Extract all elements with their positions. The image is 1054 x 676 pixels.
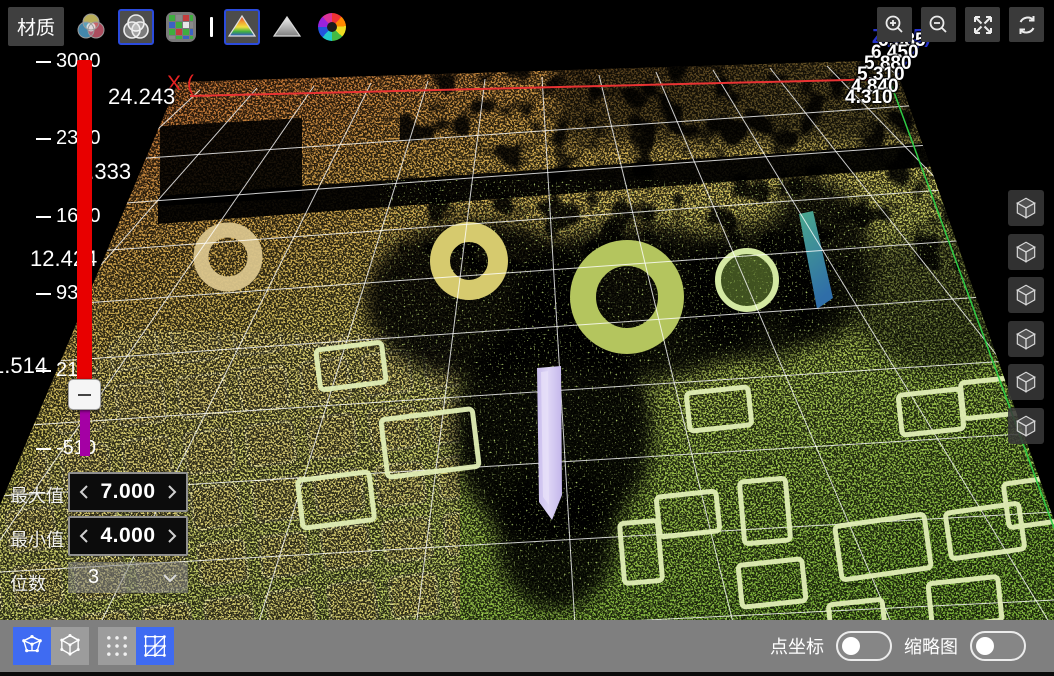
chevron-left-icon[interactable] <box>79 484 89 500</box>
toggle-knob <box>976 637 994 655</box>
cube-view-button-2[interactable] <box>1008 234 1044 270</box>
cube-view-button-4[interactable] <box>1008 321 1044 357</box>
max-value-label: 最大值 <box>10 482 64 508</box>
tick-mark <box>36 216 51 218</box>
scene-value-label: 4.310 <box>845 87 893 109</box>
cube-view-button-1[interactable] <box>1008 190 1044 226</box>
cube-view-button-5[interactable] <box>1008 364 1044 400</box>
point-cloud-viewer-window: X ( Z(985) 24.243 8.333 12.424 1.514 6.9… <box>0 0 1054 676</box>
point-coord-label: 点坐标 <box>770 633 824 659</box>
toggle-knob <box>842 637 860 655</box>
mesh-grid-icon[interactable] <box>136 627 174 665</box>
min-value-field[interactable]: 4.000 <box>100 524 155 548</box>
chevron-left-icon[interactable] <box>79 528 89 544</box>
perspective-cube-icon[interactable] <box>13 627 51 665</box>
digits-label: 位数 <box>10 570 46 596</box>
cube-view-button-6[interactable] <box>1008 408 1044 444</box>
refresh-icon[interactable] <box>1009 7 1044 42</box>
rainbow-pyramid-icon[interactable] <box>224 9 260 45</box>
min-value-label: 最小值 <box>10 526 64 552</box>
material-button[interactable]: 材质 <box>8 7 64 46</box>
view-controls <box>877 7 1044 42</box>
tick-mark <box>36 138 51 140</box>
gray-pyramid-icon[interactable] <box>269 9 305 45</box>
max-value-field[interactable]: 7.000 <box>100 480 155 504</box>
chevron-right-icon[interactable] <box>167 528 177 544</box>
point-coord-toggle[interactable] <box>836 631 892 661</box>
grid-mode-buttons <box>98 627 174 665</box>
chevron-right-icon[interactable] <box>167 484 177 500</box>
status-bar: 点坐标 缩略图 <box>0 620 1054 676</box>
thumbnail-label: 缩略图 <box>904 633 958 659</box>
minus-icon <box>78 394 91 396</box>
color-scale-bar-lower[interactable] <box>80 406 90 456</box>
tick-mark <box>36 370 51 372</box>
white-venn-icon[interactable] <box>118 9 154 45</box>
digits-dropdown[interactable]: 3 <box>68 562 188 593</box>
color-scale-slider-handle[interactable] <box>68 379 101 410</box>
max-value-stepper: 7.000 <box>68 472 188 512</box>
cube-view-button-3[interactable] <box>1008 277 1044 313</box>
top-toolbar: 材质 <box>8 7 350 46</box>
min-value-stepper: 4.000 <box>68 516 188 556</box>
rgb-venn-icon[interactable] <box>73 9 109 45</box>
tick-mark <box>36 61 51 63</box>
ortho-cube-icon[interactable] <box>51 627 89 665</box>
tick-mark <box>36 448 51 450</box>
zoom-in-icon[interactable] <box>877 7 912 42</box>
digits-value: 3 <box>88 566 162 589</box>
fullscreen-icon[interactable] <box>965 7 1000 42</box>
color-scale-bar-upper[interactable] <box>77 60 92 382</box>
chevron-down-icon <box>162 573 178 583</box>
projection-buttons <box>13 627 89 665</box>
tick-label: -510 <box>56 437 96 460</box>
thumbnail-toggle[interactable] <box>970 631 1026 661</box>
statusbar-toggles: 点坐标 缩略图 <box>770 631 1026 661</box>
toolbar-separator <box>210 17 213 37</box>
zoom-out-icon[interactable] <box>921 7 956 42</box>
tick-mark <box>36 293 51 295</box>
point-grid-icon[interactable] <box>98 627 136 665</box>
color-wheel-icon[interactable] <box>314 9 350 45</box>
scene-value-label: 24.243 <box>108 84 175 110</box>
pixel-grid-icon[interactable] <box>163 9 199 45</box>
